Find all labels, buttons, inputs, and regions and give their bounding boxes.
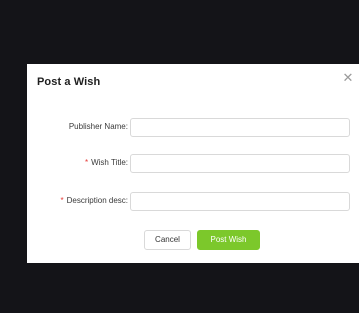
form-row-description: * Description desc: bbox=[27, 192, 359, 213]
form-row-publisher-name: Publisher Name: bbox=[27, 118, 359, 139]
form-row-wish-title: * Wish Title: bbox=[27, 154, 359, 175]
close-icon[interactable]: ✕ bbox=[341, 71, 355, 85]
post-wish-button[interactable]: Post Wish bbox=[197, 230, 260, 250]
wish-title-input[interactable] bbox=[130, 154, 350, 173]
required-mark: * bbox=[84, 158, 89, 167]
publisher-name-input[interactable] bbox=[130, 118, 350, 137]
cancel-button[interactable]: Cancel bbox=[144, 230, 191, 250]
publisher-name-label: Publisher Name: bbox=[68, 122, 128, 131]
required-mark: * bbox=[60, 196, 64, 205]
description-label: * Description desc: bbox=[60, 196, 129, 205]
description-input[interactable] bbox=[130, 192, 350, 211]
wish-title-label: * Wish Title: bbox=[84, 158, 128, 167]
dialog-title: Post a Wish bbox=[37, 76, 101, 88]
post-wish-dialog: Post a Wish ✕ Publisher Name: * Wish Titl… bbox=[27, 64, 359, 263]
